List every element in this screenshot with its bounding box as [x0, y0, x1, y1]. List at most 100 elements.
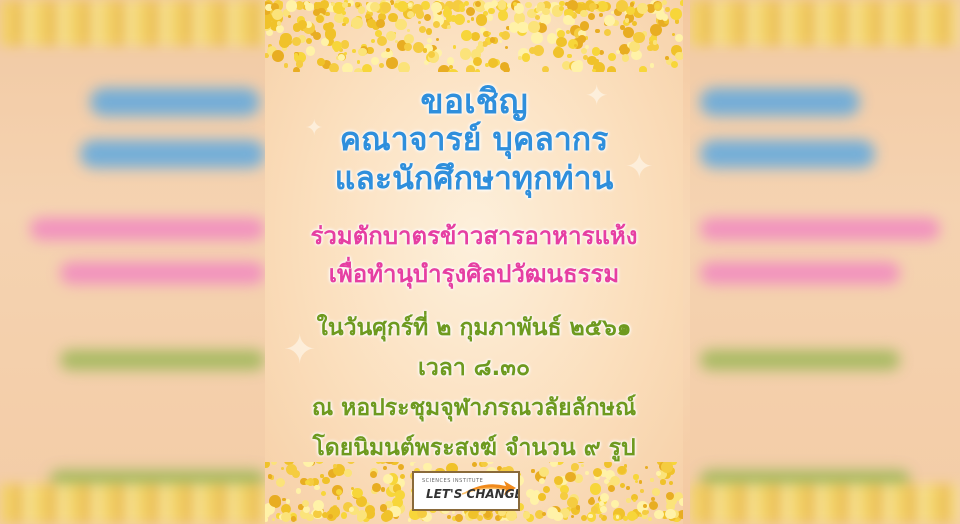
- glitter-dot: [312, 499, 325, 511]
- glitter-dot: [610, 10, 615, 14]
- glitter-dot: [312, 31, 321, 40]
- glitter-dot: [271, 517, 276, 521]
- glitter-dot: [464, 0, 470, 7]
- glitter-dot: [374, 30, 382, 37]
- glitter-dot: [376, 36, 387, 47]
- glitter-dot: [668, 481, 673, 485]
- glitter-dot: [610, 499, 620, 508]
- glitter-dot: [486, 14, 494, 21]
- glitter-dot: [587, 56, 597, 66]
- glitter-dot: [537, 492, 546, 501]
- glitter-dot: [678, 498, 683, 507]
- glitter-dot: [588, 513, 593, 519]
- glitter-dot: [565, 2, 569, 6]
- glitter-dot: [634, 480, 638, 484]
- glitter-dot: [565, 472, 576, 483]
- glitter-dot: [616, 0, 629, 12]
- glitter-dot: [558, 5, 564, 11]
- glitter-dot: [314, 484, 320, 491]
- glitter-dot: [328, 62, 340, 72]
- glitter-dot: [475, 14, 488, 26]
- glitter-dot: [317, 58, 325, 66]
- glitter-dot: [603, 15, 615, 26]
- glitter-dot: [604, 28, 612, 36]
- glitter-dot: [531, 469, 535, 473]
- glitter-dot: [538, 467, 549, 478]
- glitter-dot: [641, 509, 648, 516]
- logo-main-text: LET'S CHANGE: [426, 487, 520, 501]
- glitter-dot: [419, 26, 427, 34]
- glitter-dot: [627, 510, 638, 521]
- glitter-dot: [648, 517, 653, 522]
- event-monks: โดยนิมนต์พระสงฆ์ จำนวน ๙ รูป: [312, 435, 636, 461]
- glitter-dot: [649, 63, 655, 68]
- glitter-dot: [595, 28, 600, 34]
- glitter-dot: [428, 50, 436, 58]
- glitter-dot: [320, 490, 326, 496]
- glitter-dot: [265, 517, 269, 522]
- glitter-dot: [580, 9, 588, 18]
- glitter-dot: [581, 47, 588, 55]
- glitter-dot: [280, 511, 292, 522]
- glitter-dot: [648, 40, 653, 45]
- glitter-dot: [625, 498, 631, 503]
- glitter-dot: [617, 465, 627, 475]
- glitter-dot: [599, 514, 603, 519]
- glitter-dot: [541, 65, 549, 72]
- glitter-dot: [475, 68, 481, 72]
- glitter-dot: [315, 14, 324, 23]
- glitter-dot: [452, 44, 457, 49]
- glitter-dot: [305, 38, 312, 45]
- glitter-dot: [497, 9, 509, 21]
- glitter-dot: [322, 476, 330, 485]
- glitter-dot: [446, 24, 451, 29]
- glitter-dot: [592, 69, 596, 72]
- event-title-line-1: ร่วมตักบาตรข้าวสารอาหารแห้ง: [310, 222, 638, 250]
- glitter-dot: [283, 63, 289, 68]
- glitter-dot: [656, 10, 666, 20]
- glitter-dot: [350, 16, 363, 29]
- glitter-dot: [546, 507, 559, 519]
- invitation-poster: ✦ ✦ ✦ ✦ ขอเชิญ คณาจารย์ บุคลากร และนักศึ…: [265, 0, 683, 524]
- glitter-dot: [589, 483, 602, 495]
- glitter-dot: [285, 499, 291, 504]
- glitter-dot: [620, 483, 625, 489]
- glitter-dot: [624, 18, 629, 23]
- glitter-dot: [598, 13, 603, 17]
- glitter-dot: [559, 491, 568, 500]
- glitter-dot: [446, 515, 451, 520]
- glitter-dot: [489, 37, 495, 43]
- glitter-dot: [552, 47, 564, 59]
- glitter-dot: [380, 1, 392, 13]
- glitter-dot: [626, 486, 630, 491]
- glitter-dot: [575, 505, 581, 510]
- glitter-dot: [656, 470, 661, 476]
- glitter-dot: [292, 36, 302, 46]
- glitter-dot: [357, 47, 367, 57]
- glitter-dot: [343, 469, 352, 478]
- glitter-dot: [532, 44, 544, 56]
- glitter-dot: [631, 20, 638, 27]
- glitter-dot: [670, 8, 683, 21]
- glitter-dot: [577, 35, 586, 44]
- glitter-dot: [454, 513, 463, 522]
- event-date: ในวันศุกร์ที่ ๒ กุมภาพันธ์ ๒๕๖๑: [316, 315, 632, 341]
- glitter-dot: [452, 510, 456, 514]
- glitter-dot: [290, 515, 297, 522]
- glitter-dot: [327, 513, 333, 519]
- glitter-dot: [534, 15, 540, 21]
- glitter-dot: [637, 3, 648, 14]
- glitter-dot: [382, 509, 394, 521]
- glitter-dot: [650, 23, 663, 36]
- glitter-dot: [644, 466, 649, 470]
- glitter-dot: [570, 465, 577, 472]
- glitter-dot: [521, 52, 531, 62]
- glitter-dot: [404, 42, 413, 51]
- glitter-dot: [565, 29, 570, 35]
- glitter-dot: [675, 518, 679, 522]
- glitter-dot: [280, 467, 285, 471]
- glitter-dot: [407, 3, 412, 8]
- glitter-dot: [587, 12, 596, 21]
- glitter-dot: [608, 53, 617, 62]
- glitter-dot: [356, 60, 360, 64]
